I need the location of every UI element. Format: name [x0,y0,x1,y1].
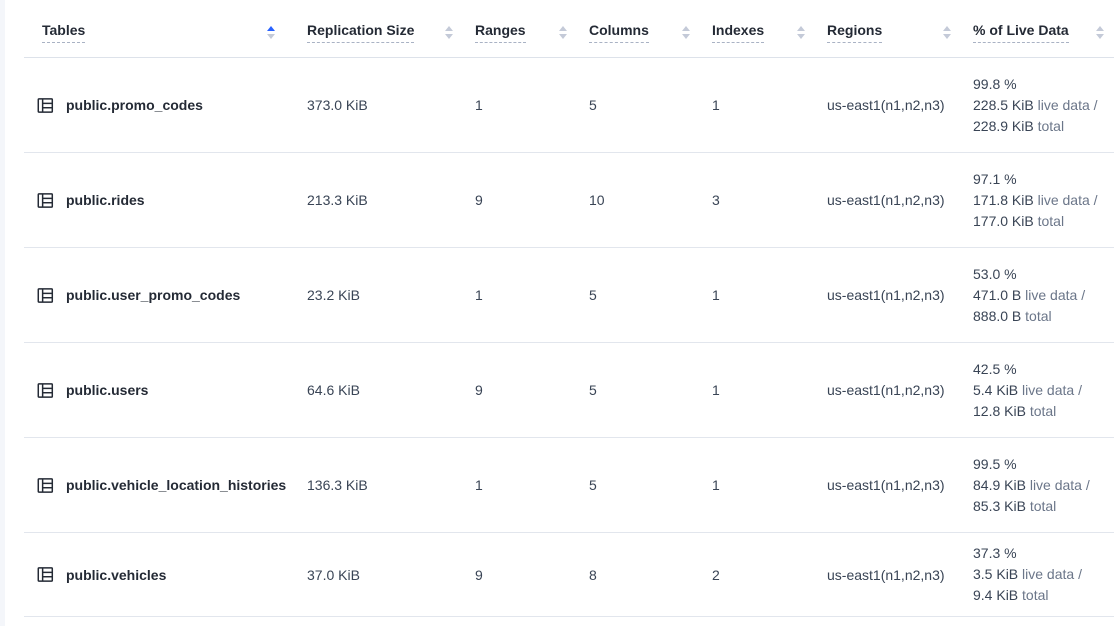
indexes-cell: 1 [700,438,815,533]
ranges-cell: 9 [463,533,577,617]
live-data-percent: 53.0 % [973,264,1106,285]
sort-arrows-icon[interactable] [559,26,567,39]
table-icon [37,287,54,304]
sort-arrows-icon[interactable] [682,26,690,39]
table-row[interactable]: public.vehicles 37.0 KiB 9 8 2 us-east1(… [24,533,1114,617]
sort-arrows-icon[interactable] [797,26,805,39]
table-row[interactable]: public.vehicle_location_histories 136.3 … [24,438,1114,533]
live-data-percent: 97.1 % [973,169,1106,190]
table-header-row: Tables Replication Size Ranges [24,8,1114,58]
live-data-percent: 37.3 % [973,543,1106,564]
table-icon [37,192,54,209]
page-left-gutter [0,0,5,626]
sort-arrows-icon[interactable] [943,26,951,39]
live-data-cell: 53.0 % 471.0 B live data / 888.0 B total [961,248,1114,343]
replication-size-cell: 136.3 KiB [295,438,463,533]
table-name-link[interactable]: public.rides [66,192,145,208]
replication-size-cell: 37.0 KiB [295,533,463,617]
sort-arrows-icon[interactable] [445,26,453,39]
regions-cell: us-east1(n1,n2,n3) [815,248,961,343]
table-name-link[interactable]: public.user_promo_codes [66,287,240,303]
table-icon [37,97,54,114]
columns-cell: 5 [577,58,700,153]
table-row[interactable]: public.users 64.6 KiB 9 5 1 us-east1(n1,… [24,343,1114,438]
ranges-cell: 1 [463,438,577,533]
indexes-cell: 3 [700,153,815,248]
column-header-indexes-label[interactable]: Indexes [712,22,764,43]
column-header-replication-size-label[interactable]: Replication Size [307,22,414,43]
indexes-cell: 1 [700,343,815,438]
indexes-cell: 1 [700,58,815,153]
regions-cell: us-east1(n1,n2,n3) [815,58,961,153]
column-header-live-data[interactable]: % of Live Data [961,8,1114,58]
table-icon [37,566,54,583]
replication-size-cell: 23.2 KiB [295,248,463,343]
table-icon [37,477,54,494]
column-header-replication-size[interactable]: Replication Size [295,8,463,58]
tables-list-container: Tables Replication Size Ranges [24,8,1114,617]
indexes-cell: 1 [700,248,815,343]
regions-cell: us-east1(n1,n2,n3) [815,343,961,438]
table-row[interactable]: public.rides 213.3 KiB 9 10 3 us-east1(n… [24,153,1114,248]
column-header-live-data-label[interactable]: % of Live Data [973,22,1069,43]
live-data-cell: 42.5 % 5.4 KiB live data / 12.8 KiB tota… [961,343,1114,438]
ranges-cell: 9 [463,343,577,438]
column-header-columns[interactable]: Columns [577,8,700,58]
live-data-percent: 42.5 % [973,359,1106,380]
sort-arrows-icon[interactable] [1096,26,1104,39]
table-name-link[interactable]: public.vehicles [66,567,166,583]
column-header-columns-label[interactable]: Columns [589,22,649,43]
live-data-cell: 37.3 % 3.5 KiB live data / 9.4 KiB total [961,533,1114,617]
live-data-cell: 99.5 % 84.9 KiB live data / 85.3 KiB tot… [961,438,1114,533]
column-header-ranges-label[interactable]: Ranges [475,22,526,43]
sort-arrows-icon[interactable] [267,26,275,39]
replication-size-cell: 213.3 KiB [295,153,463,248]
indexes-cell: 2 [700,533,815,617]
columns-cell: 8 [577,533,700,617]
column-header-regions[interactable]: Regions [815,8,961,58]
regions-cell: us-east1(n1,n2,n3) [815,438,961,533]
columns-cell: 5 [577,248,700,343]
column-header-regions-label[interactable]: Regions [827,22,882,43]
replication-size-cell: 373.0 KiB [295,58,463,153]
live-data-percent: 99.8 % [973,74,1106,95]
table-name-link[interactable]: public.promo_codes [66,97,203,113]
tables-page: Tables Replication Size Ranges [0,0,1114,626]
columns-cell: 5 [577,343,700,438]
live-data-cell: 99.8 % 228.5 KiB live data / 228.9 KiB t… [961,58,1114,153]
ranges-cell: 1 [463,58,577,153]
table-row[interactable]: public.user_promo_codes 23.2 KiB 1 5 1 u… [24,248,1114,343]
regions-cell: us-east1(n1,n2,n3) [815,153,961,248]
table-name-link[interactable]: public.vehicle_location_histories [66,477,286,493]
table-name-link[interactable]: public.users [66,382,148,398]
column-header-tables[interactable]: Tables [24,8,295,58]
column-header-ranges[interactable]: Ranges [463,8,577,58]
live-data-cell: 97.1 % 171.8 KiB live data / 177.0 KiB t… [961,153,1114,248]
regions-cell: us-east1(n1,n2,n3) [815,533,961,617]
live-data-percent: 99.5 % [973,454,1106,475]
table-row[interactable]: public.promo_codes 373.0 KiB 1 5 1 us-ea… [24,58,1114,153]
column-header-tables-label[interactable]: Tables [42,22,85,43]
ranges-cell: 9 [463,153,577,248]
database-tables-table: Tables Replication Size Ranges [24,8,1114,617]
columns-cell: 5 [577,438,700,533]
ranges-cell: 1 [463,248,577,343]
table-icon [37,382,54,399]
replication-size-cell: 64.6 KiB [295,343,463,438]
columns-cell: 10 [577,153,700,248]
column-header-indexes[interactable]: Indexes [700,8,815,58]
